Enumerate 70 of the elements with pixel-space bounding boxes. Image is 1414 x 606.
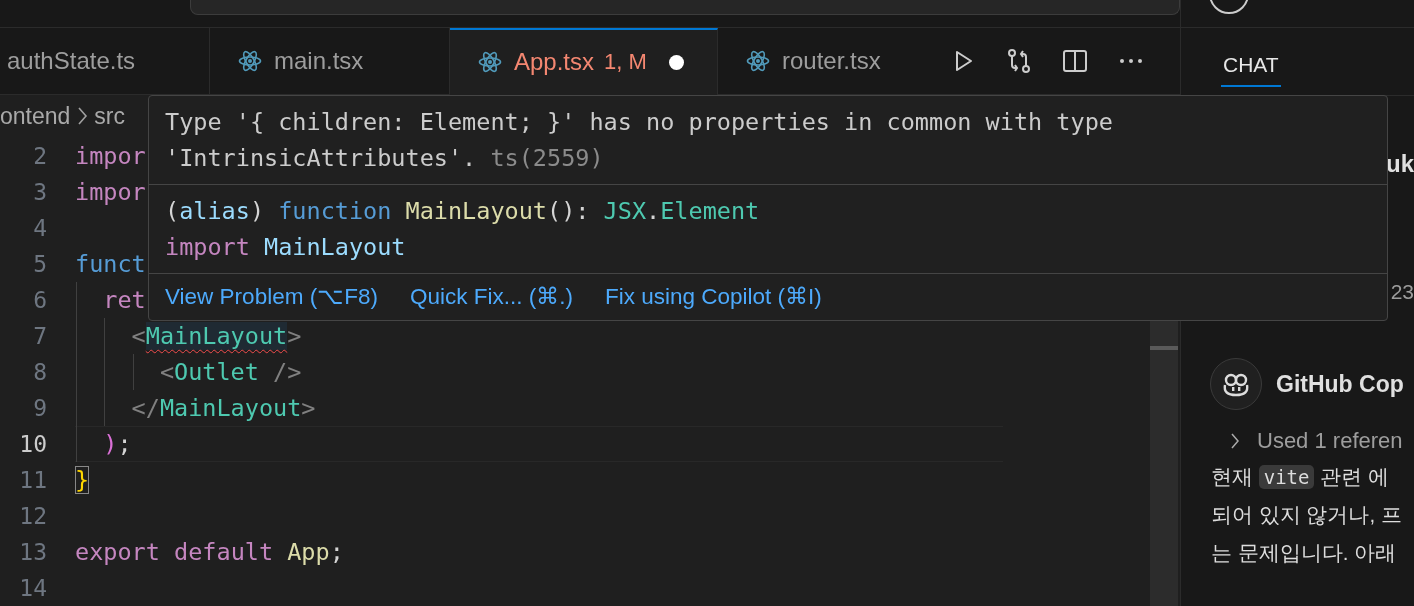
code-token: impor (75, 178, 146, 206)
code-token: } (75, 466, 90, 494)
action-link[interactable]: Quick Fix... (⌘.) (409, 283, 573, 310)
code-token: /> (273, 358, 302, 386)
chat-text-line: 는 문제입니다. 아래 (1211, 540, 1398, 566)
code-token: ) (249, 197, 265, 225)
react-icon (746, 48, 770, 73)
code-token: < (159, 358, 175, 386)
editor-tab[interactable]: authState.ts (0, 27, 210, 94)
react-icon (238, 48, 262, 73)
chat-text-line: 되어 있지 않거나, 프 (1211, 502, 1403, 528)
line-number: 8 (32, 359, 47, 385)
code-token: > (301, 394, 316, 422)
copilot-avatar-icon (1210, 358, 1262, 410)
code-token: MainLayout (145, 322, 288, 350)
unsaved-dot-icon (668, 54, 684, 70)
code-token: funct (75, 250, 146, 278)
code-token: MainLayout (264, 233, 406, 261)
code-token: . (646, 197, 661, 225)
line-number: 14 (18, 575, 47, 601)
line-number: 4 (32, 215, 47, 241)
code-token: export default (75, 538, 274, 566)
line-number: 10 (18, 431, 47, 457)
code-token: Outlet (174, 358, 259, 386)
author-name: GitHub Cop (1276, 370, 1404, 398)
code-token: ; (117, 430, 132, 458)
action-link[interactable]: Fix using Copilot (⌘I) (604, 283, 822, 310)
editor-tab[interactable]: App.tsx 1, M (450, 27, 718, 95)
code-token: </ (131, 394, 160, 422)
code-token: > (287, 322, 302, 350)
split-editor-icon[interactable] (1062, 47, 1088, 74)
chevron-right-icon (1229, 431, 1241, 451)
action-link[interactable]: View Problem (⌥F8) (165, 283, 378, 310)
chat-text-line: 현재 vite 관련 에 (1211, 464, 1390, 491)
error-message: Type '{ children: Element; }' has no properties in common with type 'IntrinsicAttributes'. ts(2559) (165, 107, 1114, 174)
code-token: MainLayout (159, 394, 302, 422)
breadcrumb-item[interactable]: ontend (0, 102, 71, 130)
react-icon (478, 50, 502, 75)
line-number: 3 (32, 179, 47, 205)
line-number: 11 (18, 467, 47, 493)
line-number: 2 (32, 143, 47, 169)
references-toggle[interactable]: Used 1 referen (1229, 428, 1414, 454)
scrollbar[interactable] (1150, 318, 1178, 606)
line-number: 5 (32, 251, 47, 277)
code-token: impor (75, 142, 146, 170)
code-token: App (287, 538, 330, 566)
compare-icon[interactable] (1006, 47, 1032, 74)
code-token: JSX (603, 197, 647, 225)
code-token: ) (103, 430, 118, 458)
code-token: ; (329, 538, 344, 566)
panel-tab[interactable]: CHAT (1221, 46, 1281, 87)
problem-count: 1, M (604, 49, 647, 76)
editor-tab[interactable]: router.tsx (718, 27, 930, 94)
code-token: alias (179, 197, 250, 225)
code-token: < (131, 322, 146, 350)
breadcrumb-item[interactable]: src (94, 102, 126, 130)
line-number: 13 (18, 539, 47, 565)
code-token: ( (165, 197, 180, 225)
message-title: uk (1386, 150, 1414, 179)
timestamp: 23 (1390, 280, 1414, 305)
code-token: import (165, 233, 250, 261)
code-token: Element (660, 197, 760, 225)
code-token: MainLayout (405, 197, 547, 225)
line-number: 6 (32, 287, 47, 313)
line-number: 12 (18, 503, 47, 529)
line-number: 9 (32, 395, 47, 421)
code-token: (): (547, 197, 591, 225)
code-token: ret (103, 286, 146, 314)
line-number: 7 (32, 323, 47, 349)
code-token: function (278, 197, 392, 225)
